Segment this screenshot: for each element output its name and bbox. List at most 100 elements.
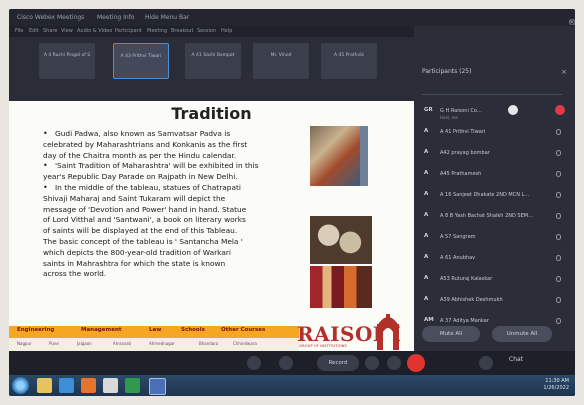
participant-name: G H Raisoni Co...: [440, 108, 482, 114]
word-icon[interactable]: [149, 378, 166, 395]
participant-row[interactable]: A A 16 Sanjeet Dhakate 2ND MCN L...: [414, 186, 575, 207]
menu-audio-video[interactable]: Audio & Video: [77, 28, 112, 34]
system-clock: 11:30 AM 1/26/2022: [543, 378, 569, 392]
participant-name: A 61 Anubhav: [440, 255, 476, 261]
slide-bullet-line: In the middle of the tableau, statues of…: [43, 183, 303, 194]
participant-name: A 57 Sangram: [440, 234, 476, 240]
slide-bullet-line: saints in Mahrashtra for which the state…: [43, 258, 226, 268]
meeting-info-link[interactable]: Meeting Info: [97, 14, 134, 21]
footer-location: Pune: [49, 341, 59, 346]
microphone-icon[interactable]: [556, 255, 561, 261]
participant-name: A45 Prathamesh: [440, 171, 482, 177]
microphone-icon[interactable]: [556, 318, 561, 324]
participant-list: GR G H Raisoni Co... Host, me A A 41 Prithvi…: [414, 102, 575, 333]
participant-row[interactable]: A A 41 Prithvi Tiwari: [414, 123, 575, 144]
participant-avatar: A: [424, 296, 429, 302]
video-tile[interactable]: A 41 Sachi Bompat: [185, 43, 241, 79]
participant-avatar: A: [424, 233, 429, 239]
participant-row[interactable]: A A 61 Anubhav: [414, 249, 575, 270]
participant-avatar: A: [424, 212, 429, 218]
unmute-all-button[interactable]: Unmute All: [492, 326, 552, 342]
footer-category: Engineering: [17, 327, 55, 333]
webex-icon[interactable]: [125, 378, 140, 393]
slide-bullet-line: message of 'Devotion and Power' hand in …: [43, 204, 247, 214]
end-call-button[interactable]: [407, 354, 425, 372]
participant-row[interactable]: A A 8 B Yash Bachat Shaikh 2ND SEM...: [414, 207, 575, 228]
video-icon[interactable]: [279, 356, 293, 370]
record-button[interactable]: Record: [317, 355, 359, 371]
chat-button[interactable]: Chat: [509, 356, 523, 363]
meeting-controls-bar: Record Chat: [9, 351, 575, 375]
participant-row[interactable]: GR G H Raisoni Co... Host, me: [414, 102, 575, 123]
more-options-icon[interactable]: [387, 356, 401, 370]
mute-icon[interactable]: [247, 356, 261, 370]
menu-breakout[interactable]: Breakout: [171, 28, 193, 34]
microphone-icon[interactable]: [556, 150, 561, 156]
participant-row[interactable]: A A53 Ruturaj Kalaskar: [414, 270, 575, 291]
video-tile[interactable]: Mr. Vinod: [253, 43, 309, 79]
participant-row[interactable]: A A 57 Sangram: [414, 228, 575, 249]
microphone-icon[interactable]: [556, 213, 561, 219]
menu-edit[interactable]: Edit: [29, 28, 39, 34]
footer-location: Nagpur: [17, 341, 32, 346]
participants-icon[interactable]: [479, 356, 493, 370]
participant-avatar: A: [424, 170, 429, 176]
video-tile-active[interactable]: A 43 Prithvi Tiwari: [113, 43, 169, 79]
microphone-icon[interactable]: [556, 171, 561, 177]
internet-explorer-icon[interactable]: [59, 378, 74, 393]
slide-bullet-line: Shivaji Maharaj and Saint Tukaram will d…: [43, 193, 226, 203]
menu-help[interactable]: Help: [221, 28, 232, 34]
participant-role: Host, me: [440, 115, 459, 120]
participant-search-input[interactable]: [422, 84, 562, 95]
chrome-icon[interactable]: [103, 378, 118, 393]
video-tile[interactable]: A 45 Prathvik: [321, 43, 377, 79]
close-window-button[interactable]: ×: [569, 18, 575, 26]
participant-avatar: A: [424, 128, 429, 134]
file-explorer-icon[interactable]: [37, 378, 52, 393]
participant-name: A39 Abhishek Deshmukh: [440, 297, 503, 303]
video-tile[interactable]: A 4 Ruchi Pingal of S: [39, 43, 95, 79]
participant-avatar: A: [424, 275, 429, 281]
participant-row[interactable]: A A45 Prathamesh: [414, 165, 575, 186]
participant-name: A 8 B Yash Bachat Shaikh 2ND SEM...: [440, 213, 533, 219]
menu-session[interactable]: Session: [197, 28, 216, 34]
footer-location: Amravati: [113, 341, 132, 346]
footer-category-bar: Engineering Management Law Schools Other…: [9, 326, 299, 338]
slide-bullet-line: across the world.: [43, 269, 107, 279]
participant-name: A 16 Sanjeet Dhakate 2ND MCN L...: [440, 192, 530, 198]
microphone-icon[interactable]: [556, 234, 561, 240]
microphone-icon[interactable]: [556, 192, 561, 198]
microphone-icon[interactable]: [556, 129, 561, 135]
menu-file[interactable]: File: [15, 28, 23, 34]
festival-photo: [310, 126, 360, 186]
microphone-icon[interactable]: [556, 297, 561, 303]
microphone-icon[interactable]: [556, 276, 561, 282]
reactions-icon[interactable]: [365, 356, 379, 370]
participant-row[interactable]: A A42 prayag bombar: [414, 144, 575, 165]
participant-avatar: A: [424, 149, 429, 155]
participant-row[interactable]: A A39 Abhishek Deshmukh: [414, 291, 575, 312]
menu-view[interactable]: View: [61, 28, 73, 34]
menu-meeting[interactable]: Meeting: [147, 28, 167, 34]
screen-photo: Cisco Webex Meetings Meeting Info Hide M…: [9, 9, 575, 396]
slide-bullet-line: 'Saint Tradition of Maharashtra' will be…: [43, 161, 303, 172]
participant-name: A 41 Prithvi Tiwari: [440, 129, 486, 135]
menu-participant[interactable]: Participant: [115, 28, 142, 34]
media-player-icon[interactable]: [81, 378, 96, 393]
raisoni-logo: RAISONI GROUP OF INSTITUTIONS: [293, 314, 409, 351]
start-button-icon[interactable]: [12, 377, 29, 394]
slide-bullet-list: Gudi Padwa, also known as Samvatsar Padv…: [43, 129, 303, 280]
footer-category: Schools: [181, 327, 205, 333]
slide-bullet-line: day of the Chaitra month as per the Hind…: [43, 150, 237, 160]
menu-share[interactable]: Share: [43, 28, 57, 34]
slide-bullet-line: which depicts the 800-year-old tradition…: [43, 247, 231, 257]
procession-photo: [310, 266, 372, 308]
slide-bullet-line: The basic concept of the tableau is ' Sa…: [43, 236, 243, 246]
title-bar: Cisco Webex Meetings Meeting Info Hide M…: [9, 9, 575, 26]
close-panel-icon[interactable]: ×: [561, 68, 567, 76]
hide-menu-bar-link[interactable]: Hide Menu Bar: [145, 14, 189, 21]
slide-title: Tradition: [171, 104, 252, 123]
slide-bullet-line: celebrated by Maharashtrians and Konkani…: [43, 139, 248, 149]
mute-all-button[interactable]: Mute All: [422, 326, 480, 342]
participant-avatar: GR: [424, 107, 433, 113]
